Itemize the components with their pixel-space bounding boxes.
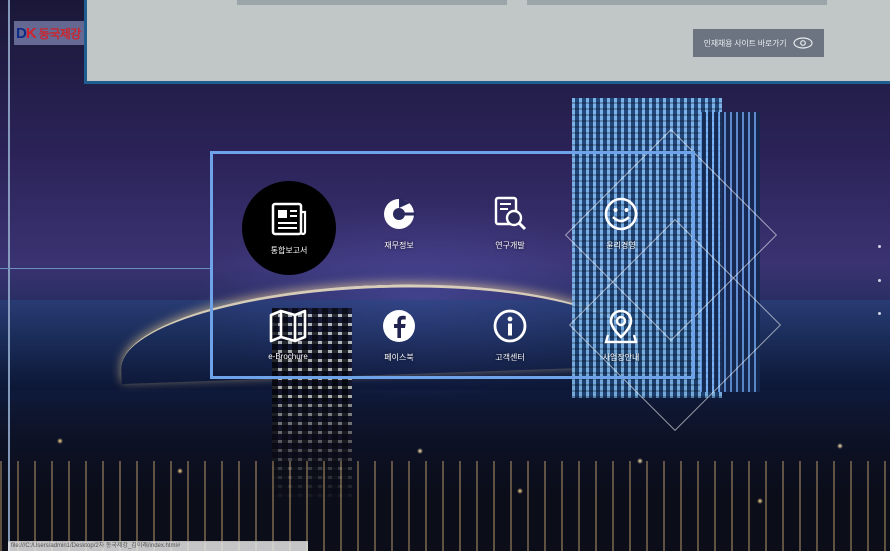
marker-dot [877, 312, 881, 315]
quick-links-grid: 통합보고서 재무정보 연구개발 윤리경영 e-Brochure 페이스북 고객센… [210, 151, 695, 379]
panel-top-strip [527, 0, 827, 5]
right-edge-markers [874, 245, 884, 315]
quick-link-label: e-Brochure [268, 352, 308, 361]
recruit-site-label: 인재채용 사이트 바로가기 [703, 38, 787, 48]
panel-top-strip [237, 0, 507, 5]
quick-link-label: 고객센터 [495, 353, 525, 362]
smile-icon [601, 194, 641, 234]
logo-mark-k: K [25, 24, 37, 42]
quick-link-locations[interactable]: 사업장안내 [565, 296, 677, 388]
logo-mark-d: D [16, 24, 27, 42]
marker-dot [877, 245, 881, 248]
quick-link-research[interactable]: 연구개발 [454, 184, 566, 276]
dongkuk-logo[interactable]: DK 동국제강 [14, 21, 84, 45]
quick-link-label: 재무정보 [384, 241, 414, 250]
left-connector-line [0, 268, 210, 269]
quick-link-label: 페이스북 [384, 353, 414, 362]
status-url: file:///C:/Users/admin1/Desktop/2차 동국제강_… [11, 543, 181, 549]
quick-link-customer-center[interactable]: 고객센터 [454, 296, 566, 388]
pie-chart-icon [379, 194, 419, 234]
quick-link-e-brochure[interactable]: e-Brochure [232, 296, 344, 388]
research-icon [490, 194, 530, 234]
recruit-site-button[interactable]: 인재채용 사이트 바로가기 [693, 29, 824, 57]
quick-link-facebook[interactable]: 페이스북 [343, 296, 455, 388]
report-icon [269, 199, 309, 239]
quick-link-financial-info[interactable]: 재무정보 [343, 184, 455, 276]
map-book-icon [268, 306, 308, 346]
browser-status-bar: file:///C:/Users/admin1/Desktop/2차 동국제강_… [8, 541, 308, 551]
facebook-icon [379, 306, 419, 346]
marker-dot [877, 278, 881, 282]
top-dropdown-panel: 인재채용 사이트 바로가기 [84, 0, 890, 84]
city-lights [0, 401, 890, 551]
quick-link-ethics[interactable]: 윤리경영 [565, 184, 677, 276]
location-icon [601, 306, 641, 346]
quick-link-label: 사업장안내 [602, 353, 640, 362]
logo-mark: DK [16, 24, 37, 42]
eye-icon [793, 37, 814, 49]
quick-link-label: 통합보고서 [270, 246, 308, 255]
info-icon [490, 306, 530, 346]
left-rail-line [8, 0, 10, 551]
quick-link-label: 윤리경영 [606, 241, 636, 250]
logo-text: 동국제강 [38, 26, 82, 41]
quick-link-label: 연구개발 [495, 241, 525, 250]
